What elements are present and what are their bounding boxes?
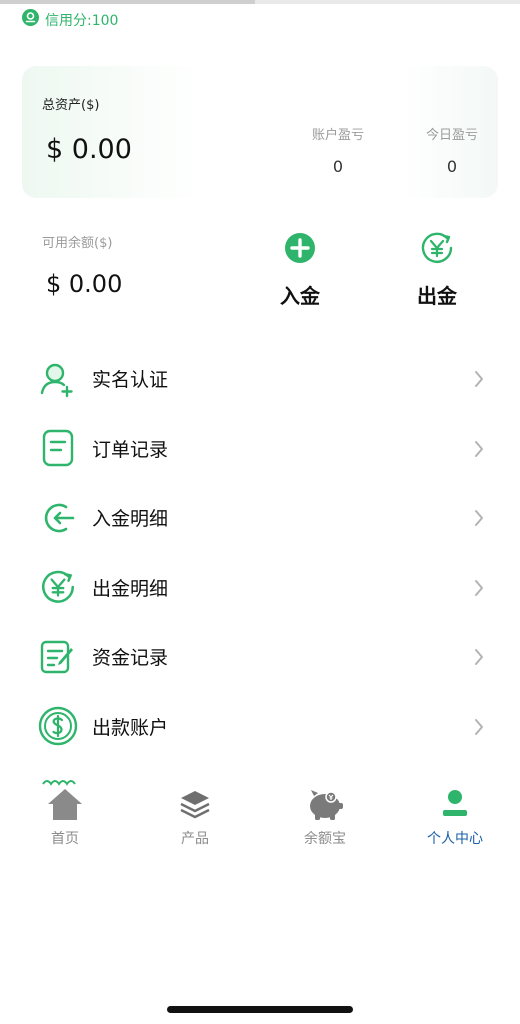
tab-yuebao[interactable]: 余额宝 — [260, 786, 390, 856]
account-pnl-label: 账户盈亏 — [311, 128, 364, 143]
top-progress-line — [0, 0, 520, 4]
menu-item-deposit-details[interactable]: 入金明细 — [0, 483, 520, 553]
tab-products[interactable]: 产品 — [130, 786, 260, 856]
menu-item-label: 订单记录 — [92, 438, 169, 461]
today-pnl: 今日盈亏 0 — [407, 124, 497, 176]
menu-item-label: 出款账户 — [92, 716, 169, 739]
menu-item-label: 实名认证 — [92, 369, 169, 392]
layers-icon — [175, 786, 215, 822]
edit-note-icon — [38, 637, 78, 677]
chevron-right-icon — [474, 440, 484, 462]
account-pnl: 账户盈亏 0 — [293, 124, 383, 176]
total-assets-value: $ 0.00 — [46, 134, 132, 165]
chevron-right-icon — [474, 509, 484, 531]
deposit-arrow-icon — [38, 498, 78, 538]
today-pnl-value: 0 — [446, 157, 458, 176]
menu-item-identity-verification[interactable]: 实名认证 — [0, 344, 520, 414]
today-pnl-label: 今日盈亏 — [425, 128, 478, 143]
withdraw-label: 出金 — [417, 284, 457, 308]
document-icon — [38, 428, 78, 468]
available-balance-value: $ 0.00 — [46, 270, 123, 298]
plus-circle-icon — [282, 230, 318, 266]
credit-score-label: 信用分:100 — [45, 12, 119, 29]
menu-item-label: 出金明细 — [92, 577, 169, 600]
menu-item-payout-account[interactable]: 出款账户 — [0, 692, 520, 762]
home-icon — [45, 786, 85, 822]
credit-badge-icon — [22, 9, 39, 30]
bottom-tab-bar: 首页 产品 余额宝 个人中心 — [0, 786, 520, 856]
home-indicator — [167, 1006, 353, 1013]
credit-score[interactable]: 信用分:100 — [22, 9, 118, 30]
tab-label: 个人中心 — [427, 831, 483, 847]
tab-label: 产品 — [181, 831, 209, 847]
withdraw-button[interactable]: 出金 — [397, 230, 477, 309]
menu-item-label: 入金明细 — [92, 508, 169, 531]
menu-item-label: 资金记录 — [92, 647, 169, 670]
deposit-button[interactable]: 入金 — [260, 230, 340, 309]
chevron-right-icon — [474, 648, 484, 670]
chevron-right-icon — [474, 718, 484, 740]
tab-label: 余额宝 — [304, 831, 346, 847]
account-pnl-value: 0 — [332, 157, 344, 176]
profile-menu: 实名认证 订单记录 入金明细 出金明细 资金记录 出款账户 — [0, 344, 520, 761]
chevron-right-icon — [474, 579, 484, 601]
person-icon — [435, 786, 475, 822]
chevron-right-icon — [474, 370, 484, 392]
user-add-icon — [38, 359, 78, 399]
deposit-label: 入金 — [280, 284, 320, 308]
tab-home[interactable]: 首页 — [0, 786, 130, 856]
dollar-coin-icon — [38, 706, 78, 746]
tab-personal-center[interactable]: 个人中心 — [390, 786, 520, 856]
total-assets-label: 总资产($) — [42, 98, 100, 113]
available-balance-label: 可用余额($) — [42, 236, 113, 251]
menu-item-withdraw-details[interactable]: 出金明细 — [0, 553, 520, 623]
yen-exchange-icon — [38, 567, 78, 607]
piggy-bank-icon — [305, 786, 345, 822]
tab-label: 首页 — [51, 831, 79, 847]
menu-item-order-records[interactable]: 订单记录 — [0, 414, 520, 484]
menu-item-fund-records[interactable]: 资金记录 — [0, 622, 520, 692]
yen-exchange-icon — [419, 230, 455, 266]
